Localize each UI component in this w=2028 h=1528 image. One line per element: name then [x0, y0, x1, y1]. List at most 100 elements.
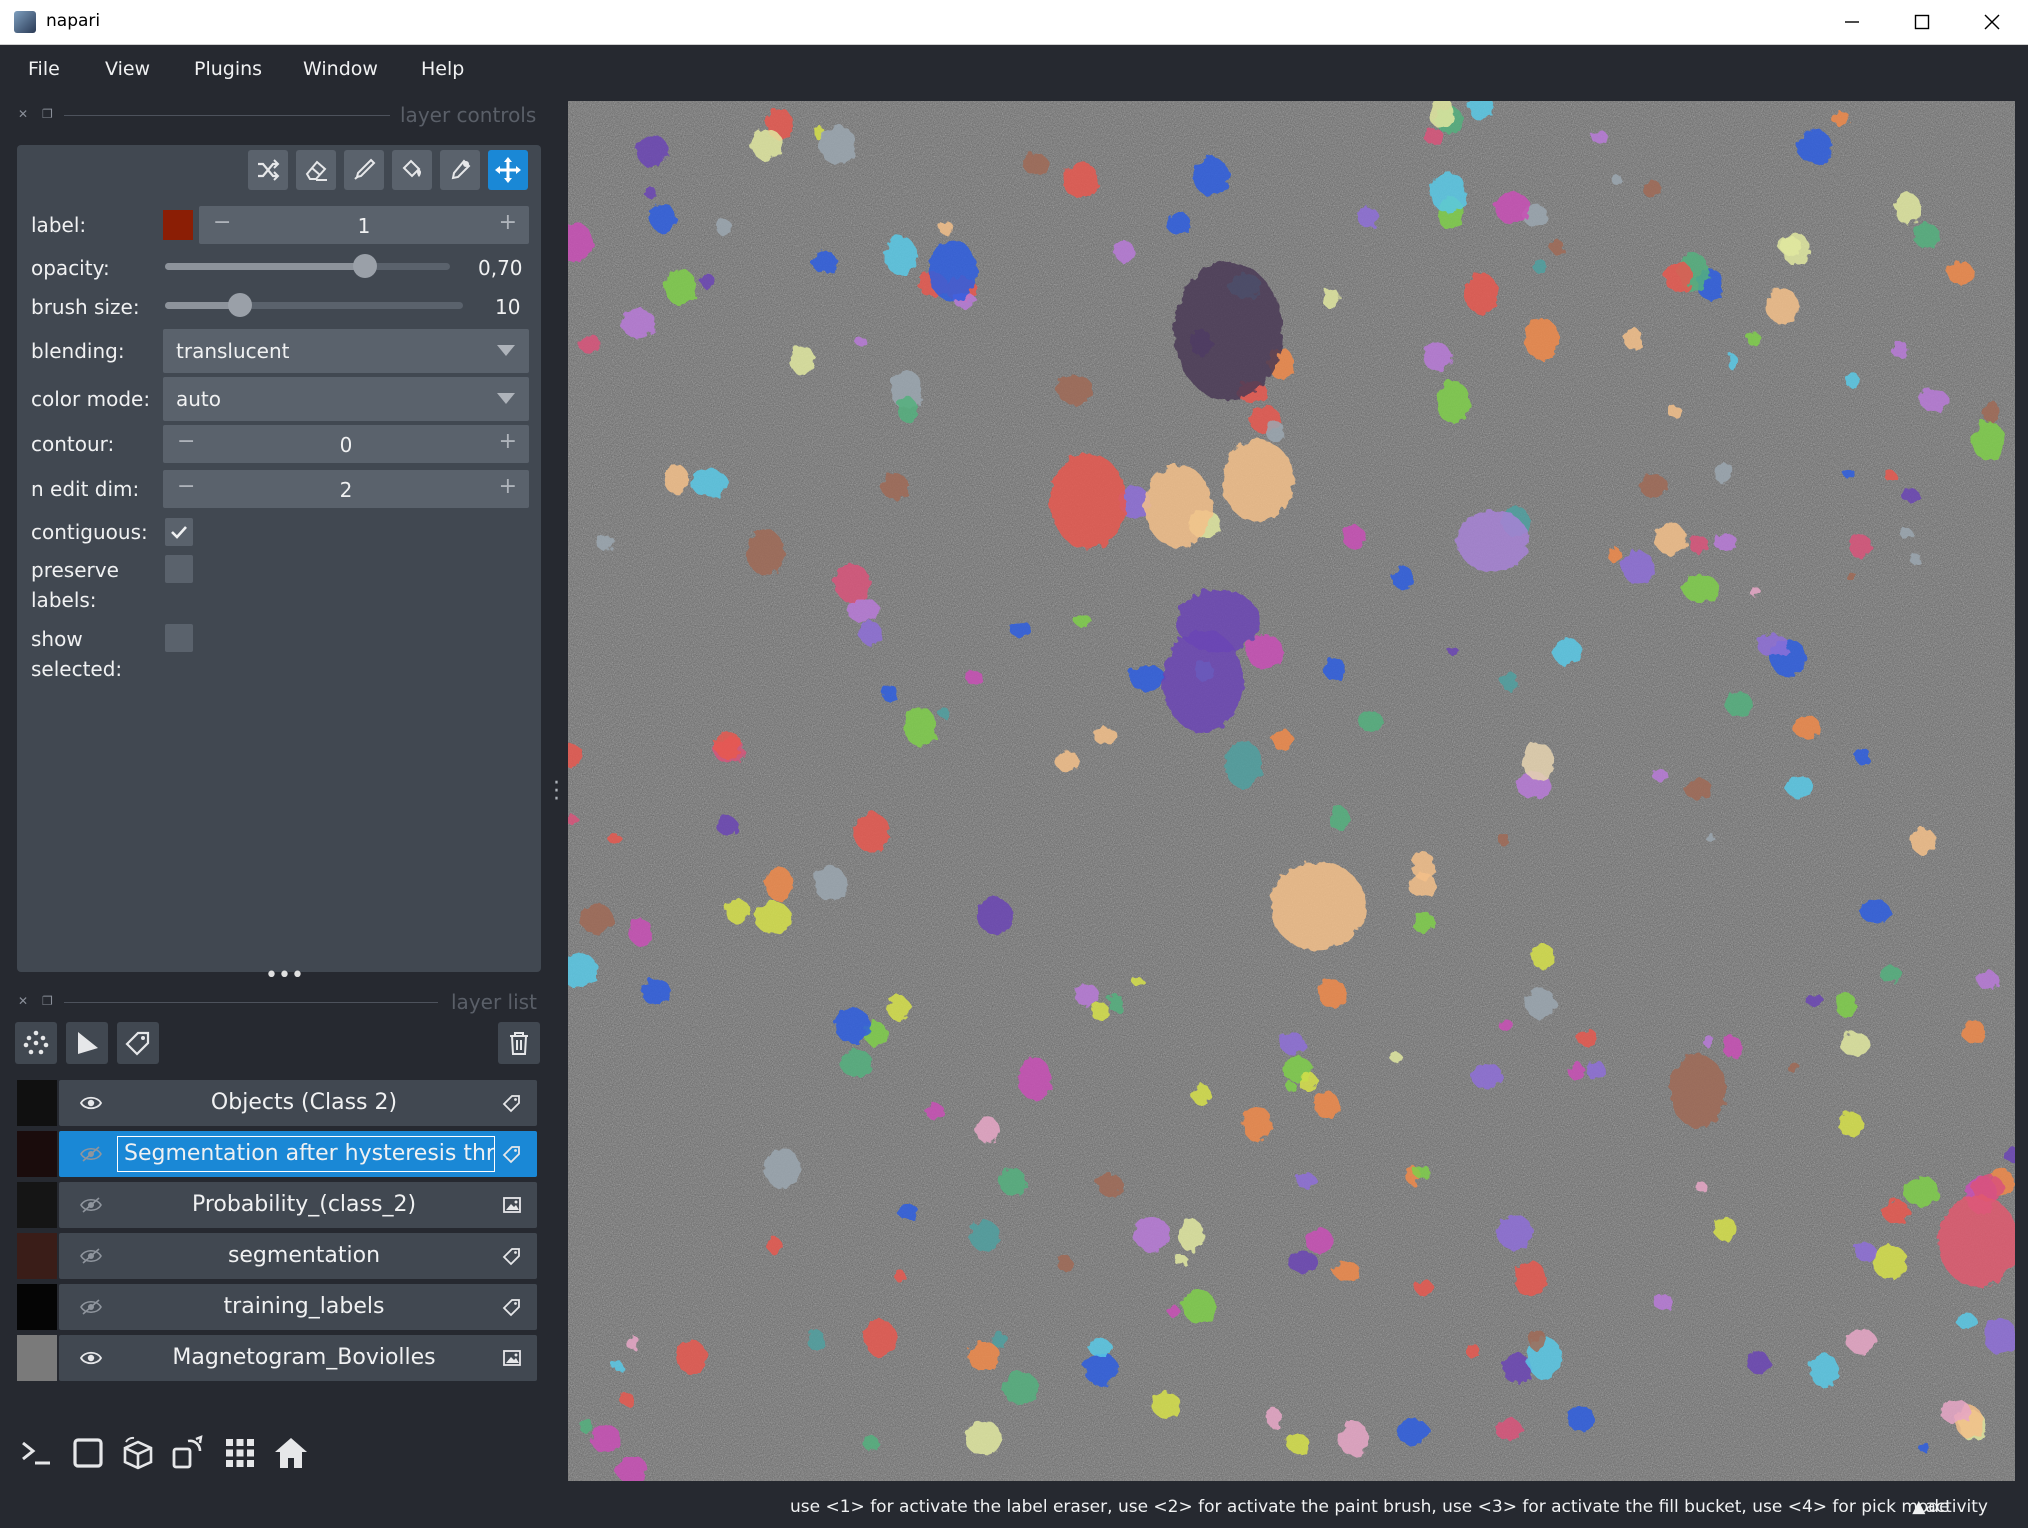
label-blob [1747, 1350, 1770, 1374]
preserve-labels-checkbox[interactable] [165, 555, 193, 583]
label-spinbox[interactable]: − 1 + [199, 206, 529, 244]
label-color-swatch[interactable] [163, 210, 193, 240]
layer-row[interactable]: segmentation [17, 1233, 537, 1279]
fill-bucket-button[interactable] [392, 150, 432, 190]
label-blob [1781, 232, 1810, 266]
label-blob [596, 535, 616, 551]
layer-body[interactable]: training_labels [59, 1284, 537, 1330]
visibility-eye-icon[interactable] [79, 1194, 103, 1216]
label-blob [1396, 1418, 1430, 1446]
menu-window[interactable]: Window [303, 58, 378, 80]
opacity-slider[interactable] [165, 263, 450, 270]
layer-row[interactable]: Objects (Class 2) [17, 1080, 537, 1126]
layer-body[interactable]: Objects (Class 2) [59, 1080, 537, 1126]
fill-bucket-icon [402, 159, 421, 178]
shuffle-colors-button[interactable] [248, 150, 288, 190]
label-blob [1270, 861, 1366, 951]
dock-float-icon[interactable]: ❐ [42, 994, 53, 1008]
label-blob [1062, 162, 1100, 199]
delete-layer-button[interactable] [498, 1022, 540, 1064]
label-blob [1809, 1352, 1839, 1388]
home-button[interactable] [270, 1432, 312, 1474]
label-blob [819, 125, 856, 166]
dock-close-icon[interactable]: ✕ [18, 994, 28, 1008]
layer-body[interactable]: Segmentation after hysteresis thres... [59, 1131, 537, 1177]
contour-spinbox[interactable]: − 0 + [163, 425, 529, 463]
n-edit-dim-spinbox[interactable]: − 2 + [163, 470, 529, 508]
layer-body[interactable]: Probability_(class_2) [59, 1182, 537, 1228]
brush-size-slider-handle[interactable] [227, 293, 252, 317]
color-picker-button[interactable] [440, 150, 480, 190]
console-button[interactable] [15, 1432, 57, 1474]
label-blob [1430, 172, 1467, 213]
menu-help[interactable]: Help [421, 58, 464, 80]
image-canvas[interactable] [568, 101, 2015, 1481]
layer-name[interactable]: Objects (Class 2) [115, 1090, 493, 1115]
contour-value[interactable]: 0 [163, 433, 529, 457]
label-blob [608, 833, 622, 845]
label-blob [807, 1330, 826, 1351]
grid-view-button[interactable] [219, 1432, 261, 1474]
label-value[interactable]: 1 [199, 214, 529, 238]
layer-row[interactable]: training_labels [17, 1284, 537, 1330]
visibility-eye-icon[interactable] [79, 1296, 103, 1318]
brush-size-slider[interactable] [165, 302, 463, 309]
canvas-splitter-handle[interactable]: · · · [553, 773, 560, 811]
new-shapes-layer-button[interactable] [66, 1022, 108, 1064]
visibility-eye-icon[interactable] [79, 1347, 103, 1369]
paint-brush-button[interactable] [344, 150, 384, 190]
n-edit-dim-value[interactable]: 2 [163, 478, 529, 502]
layer-name[interactable]: segmentation [115, 1243, 493, 1268]
show-selected-checkbox[interactable] [165, 624, 193, 652]
label-blob [1339, 1421, 1369, 1457]
dock-splitter-handle[interactable]: ••• [265, 965, 304, 987]
contiguous-caption: contiguous: [31, 520, 148, 544]
segmentation-overlay[interactable] [568, 101, 2015, 1481]
color-mode-dropdown[interactable]: auto [163, 377, 529, 421]
minimize-button[interactable] [1817, 0, 1887, 44]
increment-icon[interactable]: + [499, 210, 517, 235]
roll-dims-button[interactable] [117, 1432, 159, 1474]
ndisplay-button[interactable] [67, 1432, 109, 1474]
increment-icon[interactable]: + [499, 429, 517, 454]
label-blob [763, 1147, 801, 1188]
increment-icon[interactable]: + [499, 474, 517, 499]
maximize-button[interactable] [1887, 0, 1957, 44]
close-button[interactable] [1957, 0, 2027, 44]
new-labels-layer-button[interactable] [117, 1022, 159, 1064]
layer-controls-title: layer controls [400, 103, 537, 127]
dock-close-icon[interactable]: ✕ [18, 107, 28, 121]
layer-row[interactable]: Probability_(class_2) [17, 1182, 537, 1228]
layer-name[interactable]: Probability_(class_2) [115, 1192, 493, 1217]
layer-name[interactable]: Magnetogram_Boviolles [115, 1345, 493, 1370]
menu-file[interactable]: File [28, 58, 60, 80]
contiguous-checkbox[interactable] [165, 518, 193, 546]
label-blob [1793, 715, 1822, 740]
menu-plugins[interactable]: Plugins [194, 58, 262, 80]
pan-zoom-button[interactable] [488, 150, 528, 190]
layer-name[interactable]: training_labels [115, 1294, 493, 1319]
shuffle-icon [258, 159, 280, 181]
label-blob [1423, 129, 1444, 144]
layer-body[interactable]: Magnetogram_Boviolles [59, 1335, 537, 1381]
label-blob [611, 1361, 624, 1371]
activity-button[interactable]: ▲activity [1912, 1497, 1988, 1517]
menu-view[interactable]: View [105, 58, 150, 80]
dock-float-icon[interactable]: ❐ [42, 107, 53, 121]
layer-row[interactable]: Magnetogram_Boviolles [17, 1335, 537, 1381]
new-points-layer-button[interactable] [15, 1022, 57, 1064]
visibility-eye-icon[interactable] [79, 1143, 103, 1165]
visibility-eye-icon[interactable] [79, 1092, 103, 1114]
label-blob [664, 269, 697, 306]
label-blob [965, 669, 983, 686]
layer-body[interactable]: segmentation [59, 1233, 537, 1279]
layer-name-editor[interactable]: Segmentation after hysteresis thres... [117, 1136, 495, 1172]
visibility-eye-icon[interactable] [79, 1245, 103, 1267]
layer-type-icon [501, 1245, 523, 1267]
transpose-button[interactable] [167, 1432, 209, 1474]
eraser-button[interactable] [296, 150, 336, 190]
opacity-slider-handle[interactable] [352, 254, 377, 278]
blending-dropdown[interactable]: translucent [163, 329, 529, 373]
label-blob [975, 1115, 999, 1144]
layer-row[interactable]: Segmentation after hysteresis thres... [17, 1131, 537, 1177]
